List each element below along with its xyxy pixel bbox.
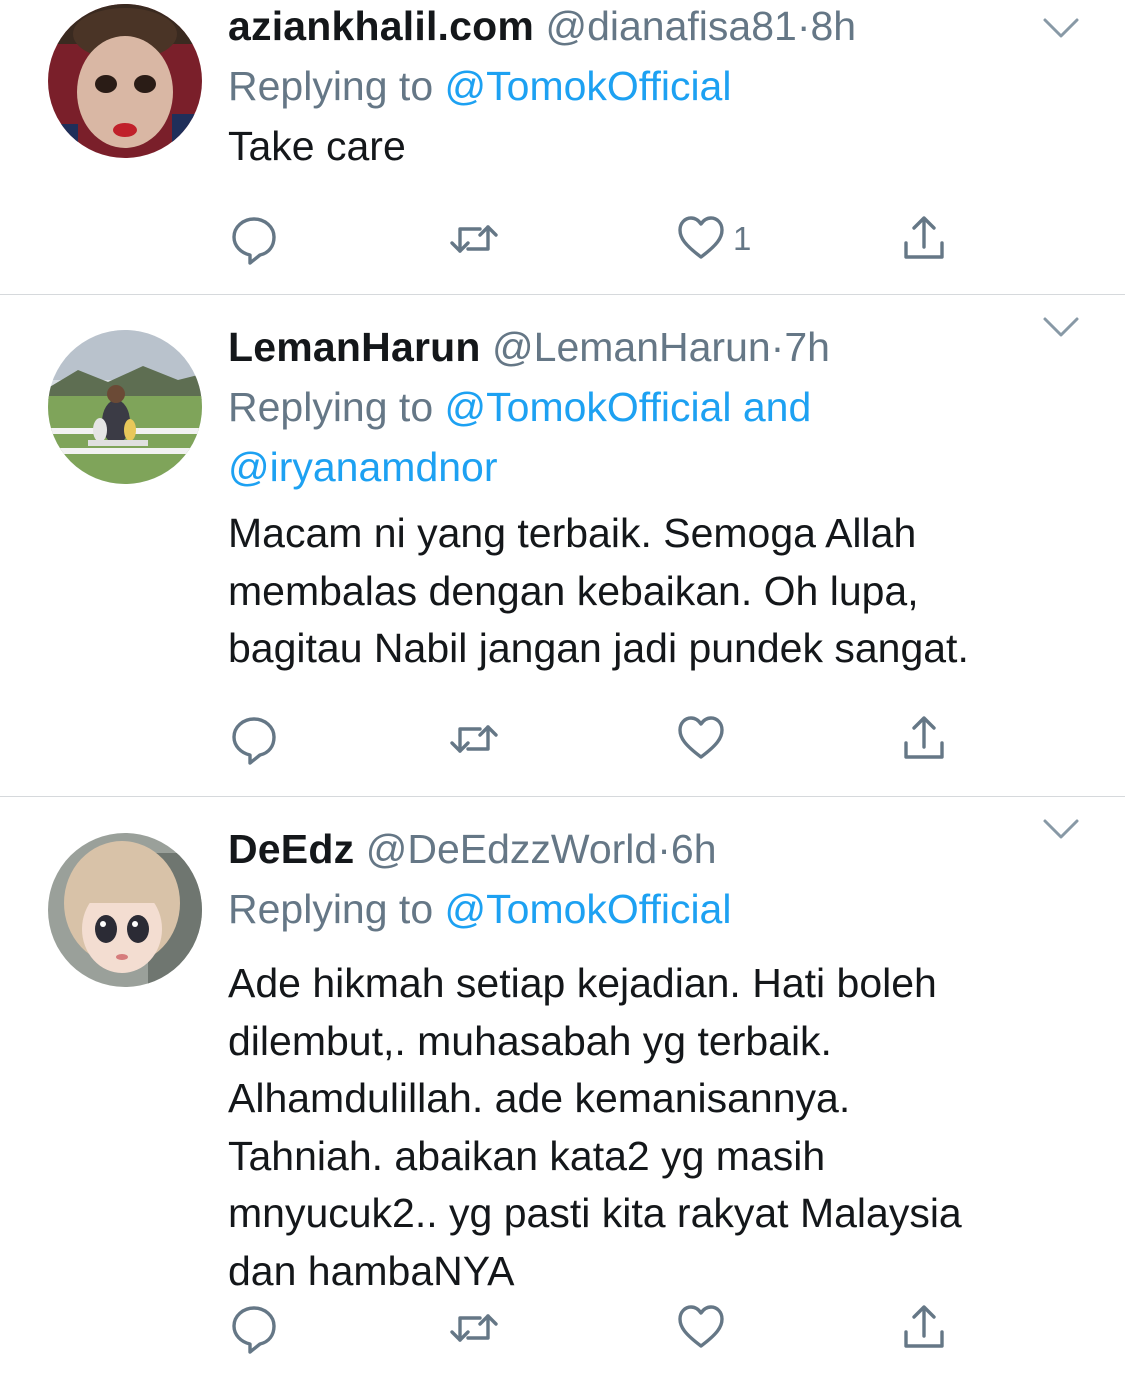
tweet[interactable]: aziankhalil.com @dianafisa81·8h Replying… [0,0,1125,294]
timestamp[interactable]: 8h [810,3,856,49]
share-icon [904,216,944,259]
display-name[interactable]: LemanHarun [228,324,481,370]
separator-dot: · [796,3,811,49]
tweet-text-line: Tahniah. abaikan kata2 yg masih [228,1132,826,1179]
user-handle[interactable]: @LemanHarun [492,324,771,370]
like-count: 1 [733,220,752,257]
share-button[interactable] [898,1298,950,1358]
tweet-text: Macam ni yang terbaik. Semoga Allah memb… [228,505,1065,678]
replying-label: Replying to [228,384,434,430]
tweet-actions [0,1298,1125,1358]
share-button[interactable] [898,209,950,269]
share-button[interactable] [898,709,950,769]
display-name[interactable]: DeEdz [228,826,354,872]
tweet[interactable]: LemanHarun @LemanHarun·7h Replying to @T… [0,294,1125,796]
timestamp[interactable]: 7h [784,324,830,370]
reply-button[interactable] [228,209,280,269]
retweet-icon [450,1314,498,1342]
tweet-actions [0,709,1125,769]
avatar[interactable] [48,4,202,158]
mention-link[interactable]: @TomokOfficial and [445,384,812,430]
heart-icon [678,716,724,759]
heart-icon [678,216,724,259]
share-icon [904,1305,944,1348]
heart-icon [678,1305,724,1348]
display-name[interactable]: aziankhalil.com [228,3,534,49]
tweet-text-line: Take care [228,123,406,169]
reply-icon [232,1306,276,1354]
reply-icon [232,717,276,765]
retweet-button[interactable] [448,1298,500,1358]
chevron-down-icon[interactable] [1041,16,1081,40]
user-handle[interactable]: @DeEdzzWorld [366,826,658,872]
chevron-down-icon[interactable] [1041,315,1081,339]
separator-dot: · [770,324,785,370]
retweet-icon [450,225,498,253]
retweet-button[interactable] [448,709,500,769]
replying-to-line: Replying to @TomokOfficial [228,56,1065,116]
tweet-text: Take care [228,118,1065,176]
separator-dot: · [657,826,671,872]
avatar[interactable] [48,833,202,987]
like-button[interactable] [675,709,733,769]
user-handle[interactable]: @dianafisa81 [545,3,796,49]
mention-link[interactable]: @iryanamdnor [228,444,498,490]
like-button[interactable] [675,1298,733,1358]
timestamp[interactable]: 6h [671,826,717,872]
chevron-down-icon[interactable] [1041,817,1081,841]
retweet-icon [450,725,498,753]
tweet-actions: 1 [0,209,1125,269]
replying-label: Replying to [228,63,434,109]
tweet-text-line: dan hambaNYA [228,1247,515,1294]
reply-button[interactable] [228,709,280,769]
like-button[interactable]: 1 [675,209,751,269]
tweet-text-line: dilembut,. muhasabah yg terbaik. [228,1017,832,1064]
avatar[interactable] [48,330,202,484]
tweet[interactable]: DeEdz @DeEdzzWorld·6h Replying to @Tomok… [0,796,1125,1387]
mention-link[interactable]: @TomokOfficial [445,63,732,109]
reply-icon [232,217,276,265]
reply-button[interactable] [228,1298,280,1358]
replying-to-line: Replying to @TomokOfficial [228,879,1065,939]
tweet-text-line: mnyucuk2.. yg pasti kita rakyat Malaysia [228,1190,962,1236]
share-icon [904,716,944,759]
tweet-text-line: Alhamdulillah. ade kemanisannya. [228,1075,851,1121]
tweet-text-line: bagitau Nabil jangan jadi pundek sangat. [228,625,969,671]
tweet-text-line: membalas dengan kebaikan. Oh lupa, [228,567,919,614]
tweet-text: Ade hikmah setiap kejadian. Hati boleh d… [228,955,1065,1300]
tweet-text-line: Macam ni yang terbaik. Semoga Allah [228,510,917,556]
mention-link[interactable]: @TomokOfficial [445,886,732,932]
retweet-button[interactable] [448,209,500,269]
tweet-text-line: Ade hikmah setiap kejadian. Hati boleh [228,960,937,1006]
replying-to-line: Replying to @TomokOfficial and @iryanamd… [228,377,1065,497]
replying-label: Replying to [228,886,434,932]
